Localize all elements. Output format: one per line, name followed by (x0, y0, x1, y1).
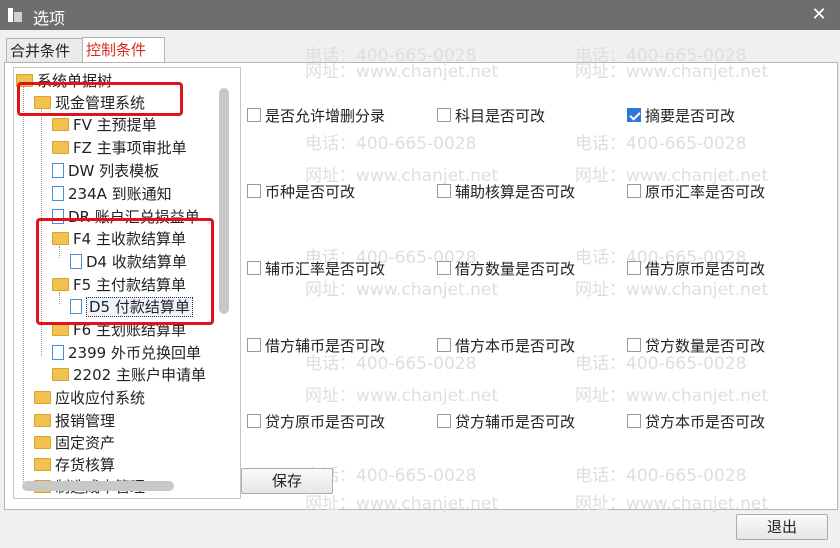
tab-merge-conditions[interactable]: 合并条件 (6, 38, 86, 63)
option-original-rate-editable[interactable]: 原币汇率是否可改 (627, 181, 765, 203)
checkbox[interactable] (247, 183, 261, 198)
watermark-site: 网址：www.chanjet.net (575, 62, 769, 82)
tree-item-fixed-assets[interactable]: 固定资产 (34, 432, 115, 454)
watermark-site: 网址：www.chanjet.net (575, 494, 769, 514)
tree-item-fv[interactable]: FV 主预提单 (52, 114, 157, 136)
watermark-phone: 电话：400-665-0028 (575, 134, 747, 154)
checkbox[interactable] (247, 107, 261, 122)
tree-item-inventory[interactable]: 存货核算 (34, 454, 115, 476)
watermark-phone: 电话：400-665-0028 (575, 466, 747, 486)
watermark-site: 网址：www.chanjet.net (305, 494, 499, 514)
highlight-settlement-docs (36, 218, 214, 325)
tree-item-2202[interactable]: 2202 主账户申请单 (52, 364, 206, 386)
exit-button[interactable]: 退出 (736, 514, 828, 540)
tree-item-234a[interactable]: 234A 到账通知 (52, 183, 172, 205)
option-summary-editable[interactable]: 摘要是否可改 (627, 105, 735, 127)
folder-icon (34, 458, 51, 471)
watermark-phone: 电话：400-665-0028 (305, 46, 477, 66)
document-icon (52, 345, 64, 360)
option-allow-add-delete-entries[interactable]: 是否允许增删分录 (247, 105, 385, 127)
option-debit-local-editable[interactable]: 借方本币是否可改 (437, 335, 575, 357)
option-credit-original-editable[interactable]: 贷方原币是否可改 (247, 411, 385, 433)
watermark-site: 网址：www.chanjet.net (305, 62, 499, 82)
checkbox[interactable] (437, 337, 451, 352)
tree-horizontal-scrollbar[interactable] (22, 481, 174, 491)
options-window-icon (8, 8, 22, 22)
tree-item-receivables[interactable]: 应收应付系统 (34, 387, 145, 409)
checkbox[interactable] (247, 413, 261, 428)
close-icon[interactable]: ✕ (808, 4, 830, 26)
option-auxiliary-accounting-editable[interactable]: 辅助核算是否可改 (437, 181, 575, 203)
tree-item-fz[interactable]: FZ 主事项审批单 (52, 137, 187, 159)
checkbox[interactable] (247, 337, 261, 352)
folder-icon (34, 391, 51, 404)
document-icon (52, 186, 64, 201)
checkbox-checked[interactable] (627, 107, 641, 122)
highlight-cash-management (17, 82, 183, 116)
option-credit-local-editable[interactable]: 贷方本币是否可改 (627, 411, 765, 433)
save-button[interactable]: 保存 (241, 468, 333, 494)
control-conditions-panel: 电话：400-665-0028 电话：400-665-0028 网址：www.c… (4, 46, 838, 514)
tree-item-dw[interactable]: DW 列表模板 (52, 160, 159, 182)
folder-icon (52, 141, 69, 154)
watermark-phone: 电话：400-665-0028 (575, 46, 747, 66)
tab-control-conditions[interactable]: 控制条件 (82, 37, 165, 64)
window-title: 选项 (33, 9, 66, 28)
checkbox[interactable] (627, 260, 641, 275)
option-credit-quantity-editable[interactable]: 贷方数量是否可改 (627, 335, 765, 357)
option-debit-quantity-editable[interactable]: 借方数量是否可改 (437, 258, 575, 280)
document-icon (52, 163, 64, 178)
watermark-site: 网址：www.chanjet.net (305, 386, 499, 406)
option-debit-aux-editable[interactable]: 借方辅币是否可改 (247, 335, 385, 357)
folder-icon (52, 118, 69, 131)
option-aux-rate-editable[interactable]: 辅币汇率是否可改 (247, 258, 385, 280)
checkbox[interactable] (627, 183, 641, 198)
watermark-site: 网址：www.chanjet.net (575, 386, 769, 406)
tree-item-2399[interactable]: 2399 外币兑换回单 (52, 342, 201, 364)
checkbox[interactable] (437, 260, 451, 275)
title-bar: 选项 ✕ (0, 0, 840, 30)
checkbox[interactable] (627, 413, 641, 428)
option-account-editable[interactable]: 科目是否可改 (437, 105, 545, 127)
checkbox[interactable] (247, 260, 261, 275)
checkbox[interactable] (627, 337, 641, 352)
folder-icon (34, 436, 51, 449)
tree-vertical-scrollbar[interactable] (219, 88, 229, 314)
folder-icon (34, 414, 51, 427)
option-currency-editable[interactable]: 币种是否可改 (247, 181, 355, 203)
folder-icon (52, 368, 69, 381)
option-credit-aux-editable[interactable]: 贷方辅币是否可改 (437, 411, 575, 433)
checkbox[interactable] (437, 107, 451, 122)
checkbox[interactable] (437, 183, 451, 198)
tree-item-reimbursement[interactable]: 报销管理 (34, 410, 115, 432)
watermark-phone: 电话：400-665-0028 (305, 134, 477, 154)
checkbox[interactable] (437, 413, 451, 428)
option-debit-original-editable[interactable]: 借方原币是否可改 (627, 258, 765, 280)
